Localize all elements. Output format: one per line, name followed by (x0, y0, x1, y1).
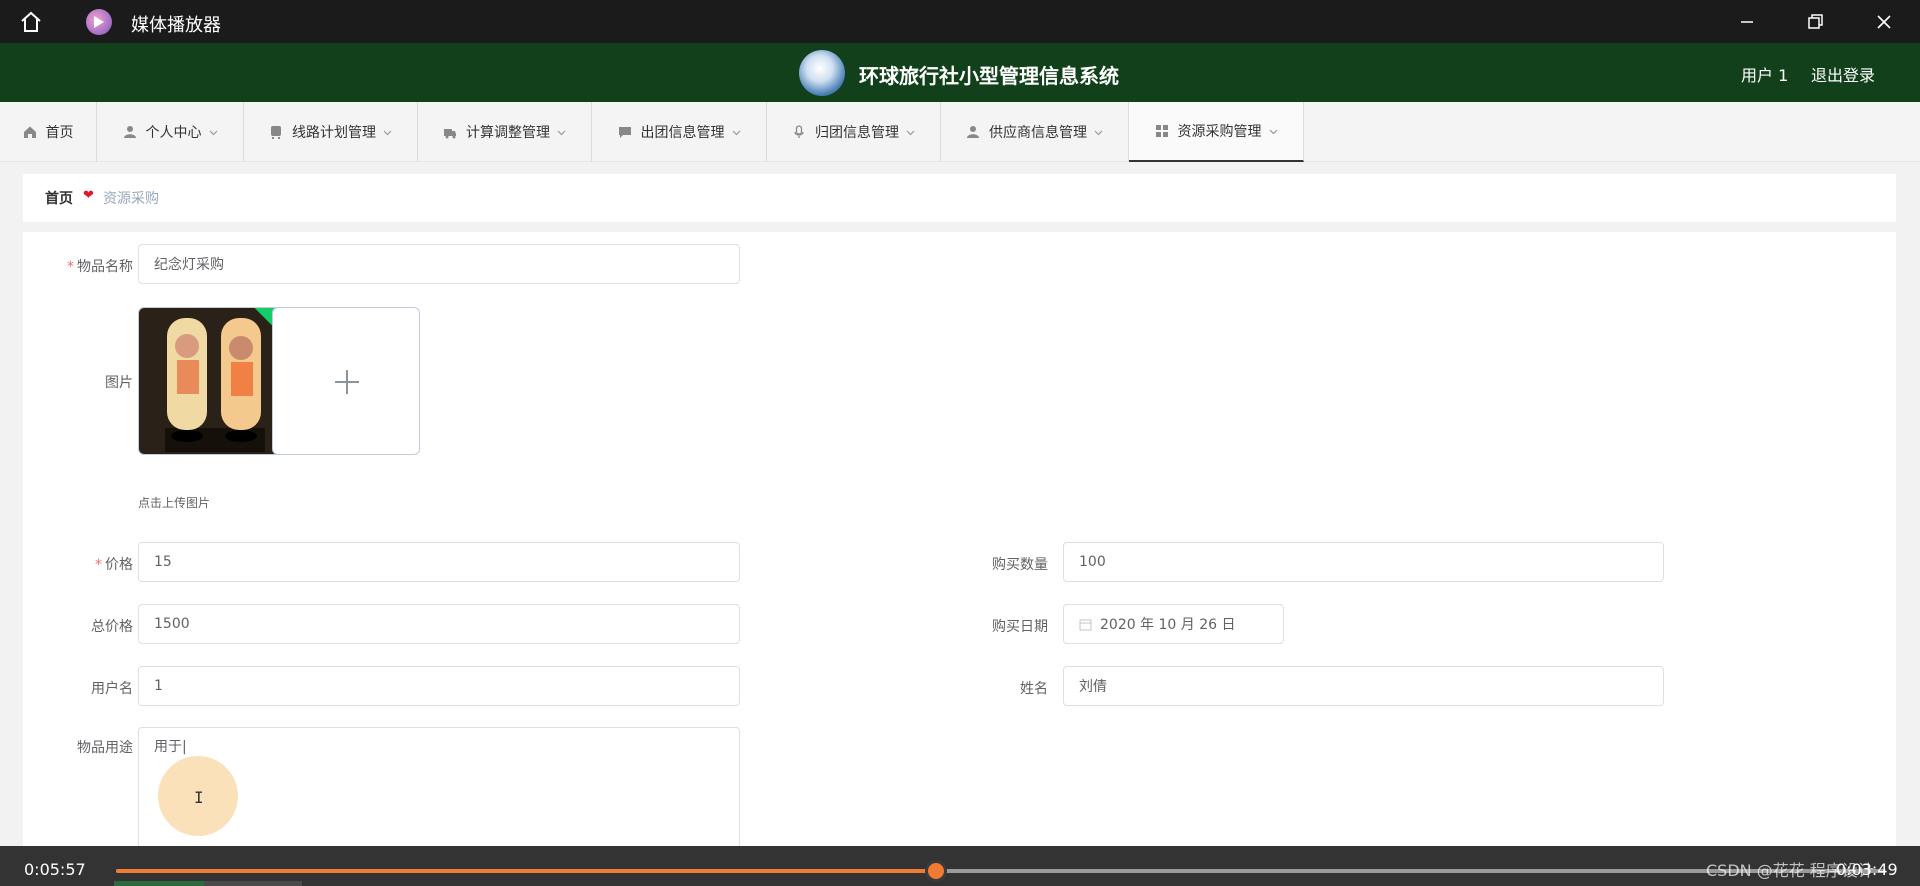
remaining-time: 0:03:49 (1836, 860, 1898, 879)
app-header: 环球旅行社小型管理信息系统 用户 1 退出登录 (0, 43, 1920, 102)
nav-item-home[interactable]: 首页 (0, 102, 97, 162)
nav-item-departure-info[interactable]: 出团信息管理 (592, 102, 767, 162)
nav-label: 线路计划管理 (292, 125, 376, 141)
chevron-down-icon (557, 130, 566, 135)
total-price-label: 总价格 (91, 619, 133, 635)
purchase-date-picker[interactable]: 2020 年 10 月 26 日 (1063, 604, 1284, 644)
calendar-icon (1079, 619, 1092, 630)
user-icon (967, 126, 979, 138)
nav-label: 资源采购管理 (1177, 124, 1262, 140)
logout-button[interactable]: 退出登录 (1811, 62, 1875, 86)
grid-icon (1155, 125, 1168, 137)
chevron-down-icon (1094, 130, 1103, 135)
nav-item-calc-adjust[interactable]: 计算调整管理 (418, 102, 592, 162)
purchase-date-label: 购买日期 (992, 619, 1048, 635)
current-user: 用户 1 (1741, 66, 1789, 85)
seek-bar-played (116, 869, 936, 873)
nav-item-supplier-info[interactable]: 供应商信息管理 (941, 102, 1129, 162)
user-icon (123, 126, 136, 138)
close-icon[interactable] (1869, 8, 1899, 36)
price-input[interactable]: 15 (138, 542, 740, 582)
quantity-label: 购买数量 (992, 557, 1048, 573)
quantity-input[interactable]: 100 (1063, 542, 1664, 582)
player-controls: 0:05:57 CSDN @花花 程序设计 0:03:49 (0, 846, 1920, 886)
thumbnail-strip (114, 881, 204, 886)
seek-handle[interactable] (924, 860, 947, 882)
purchase-form: * 物品名称 纪念灯采购 图片 点击上传图片 * 价格 15 购买数量 100 总价… (23, 232, 1896, 852)
system-title: 环球旅行社小型管理信息系统 (859, 64, 1119, 88)
nav-label: 出团信息管理 (640, 125, 725, 141)
image-label: 图片 (105, 375, 133, 391)
breadcrumb-current: 资源采购 (103, 191, 159, 207)
purchase-date-value: 2020 年 10 月 26 日 (1100, 617, 1236, 633)
chevron-down-icon (732, 130, 740, 135)
username-label: 用户名 (91, 681, 133, 697)
mic-icon (794, 125, 804, 138)
item-name-input[interactable]: 纪念灯采购 (138, 244, 740, 284)
purpose-label: 物品用途 (77, 740, 133, 756)
item-name-label: * 物品名称 (67, 259, 133, 275)
thumbnail-strip (204, 881, 302, 886)
chevron-down-icon (383, 130, 392, 135)
main-nav: 首页 个人中心 线路计划管理 计算调整管理 出团信息管理 归团信息管理 供应商信… (0, 102, 1920, 162)
breadcrumb: 首页 ❤ 资源采购 (23, 174, 1896, 222)
bus-icon (271, 126, 281, 139)
upload-tip: 点击上传图片 (138, 496, 211, 510)
nav-label: 计算调整管理 (466, 125, 550, 141)
name-input[interactable]: 刘倩 (1063, 666, 1664, 706)
nav-label: 供应商信息管理 (989, 125, 1087, 141)
brand-logo (799, 50, 845, 96)
nav-label: 个人中心 (145, 125, 202, 141)
nav-item-personal-center[interactable]: 个人中心 (97, 102, 244, 162)
uploaded-image-thumbnail[interactable] (138, 307, 286, 455)
nav-item-route-plan[interactable]: 线路计划管理 (244, 102, 418, 162)
chevron-down-icon (209, 130, 217, 135)
total-price-input[interactable]: 1500 (138, 604, 740, 644)
home-icon (23, 126, 36, 138)
seek-bar[interactable] (116, 860, 1886, 882)
nav-item-resource-purchase[interactable]: 资源采购管理 (1129, 102, 1304, 162)
lamp-photo (139, 308, 285, 454)
home-icon[interactable] (18, 9, 44, 35)
image-upload-button[interactable] (272, 307, 420, 455)
nav-item-return-info[interactable]: 归团信息管理 (767, 102, 941, 162)
price-label: * 价格 (95, 557, 133, 573)
name-label: 姓名 (1020, 681, 1048, 697)
required-asterisk: * (95, 557, 102, 573)
nav-label: 归团信息管理 (815, 125, 899, 141)
plus-icon (335, 370, 359, 394)
chevron-down-icon (1269, 129, 1277, 134)
breadcrumb-home[interactable]: 首页 (45, 188, 73, 208)
nav-label: 首页 (45, 125, 74, 141)
minimize-icon[interactable] (1732, 8, 1762, 36)
heart-icon: ❤ (83, 188, 94, 203)
player-titlebar: 媒体播放器 (0, 0, 1920, 43)
media-player-logo-icon (86, 9, 112, 35)
username-input[interactable]: 1 (138, 666, 740, 706)
chevron-down-icon (906, 130, 915, 135)
restore-icon[interactable] (1800, 8, 1830, 36)
window-title: 媒体播放器 (131, 15, 221, 36)
text-cursor-icon: I (194, 788, 204, 807)
required-asterisk: * (67, 259, 74, 275)
truck-icon (444, 129, 456, 139)
elapsed-time: 0:05:57 (24, 860, 86, 879)
chat-icon (618, 127, 631, 138)
